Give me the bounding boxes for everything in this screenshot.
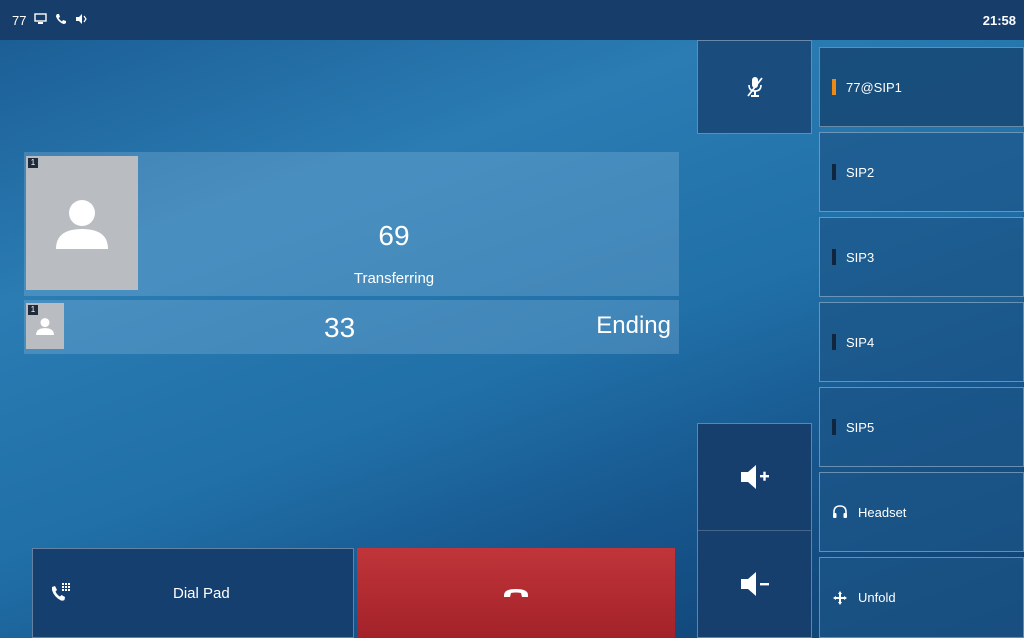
- hangup-icon: [504, 589, 528, 597]
- line-key-label: SIP5: [846, 419, 875, 435]
- headset-label: Headset: [858, 504, 907, 520]
- line-key-sip5[interactable]: SIP5: [819, 387, 1024, 467]
- line-status-indicator: [832, 334, 836, 350]
- unfold-label: Unfold: [858, 590, 896, 605]
- dial-pad-label: Dial Pad: [173, 585, 230, 602]
- call-state: Transferring: [353, 270, 435, 287]
- line-key-label: 77@SIP1: [846, 79, 902, 95]
- line-status-indicator: [832, 79, 836, 95]
- call-number: 69: [378, 220, 410, 251]
- line-key-label: SIP4: [846, 334, 875, 350]
- hangup-button[interactable]: [357, 548, 675, 638]
- person-icon: [36, 318, 54, 335]
- call-number: 33: [324, 312, 356, 343]
- unfold-button[interactable]: Unfold: [819, 557, 1024, 638]
- speaker-icon: [75, 13, 88, 27]
- volume-up-icon: [740, 465, 769, 489]
- active-call-card[interactable]: 1 69 Transferring: [24, 152, 679, 296]
- call-state: Ending: [596, 312, 671, 339]
- line-tag-icon: 1: [28, 305, 38, 315]
- contact-avatar: 1: [26, 156, 138, 290]
- volume-control: [697, 423, 812, 638]
- status-left: 77: [12, 12, 88, 28]
- volume-down-button[interactable]: [698, 531, 811, 637]
- clock: 21:58: [982, 12, 1016, 28]
- mic-mute-icon: [746, 77, 763, 97]
- held-call-card[interactable]: 1 33 Ending: [24, 300, 679, 354]
- screen-icon: [34, 13, 48, 27]
- line-key-sip3[interactable]: SIP3: [819, 217, 1024, 297]
- person-icon: [56, 200, 108, 249]
- unfold-icon: [833, 590, 847, 605]
- volume-up-button[interactable]: [698, 424, 811, 531]
- line-status-indicator: [832, 419, 836, 435]
- mute-button[interactable]: [697, 40, 812, 134]
- contact-avatar-small: 1: [26, 303, 64, 349]
- line-key-label: SIP3: [846, 249, 875, 265]
- status-bar: 77 21:58: [0, 0, 1024, 40]
- line-key-label: SIP2: [846, 164, 875, 180]
- account-label: 77: [12, 12, 27, 28]
- volume-down-icon: [740, 572, 769, 596]
- line-key-sip1[interactable]: 77@SIP1: [819, 47, 1024, 127]
- phone-icon: [55, 13, 67, 27]
- line-status-indicator: [832, 249, 836, 265]
- line-key-sip2[interactable]: SIP2: [819, 132, 1024, 212]
- dialpad-icon: [52, 583, 70, 601]
- headset-button[interactable]: Headset: [819, 472, 1024, 552]
- dial-pad-button[interactable]: Dial Pad: [32, 548, 354, 638]
- line-tag-icon: 1: [28, 158, 38, 168]
- line-status-indicator: [832, 164, 836, 180]
- line-key-sip4[interactable]: SIP4: [819, 302, 1024, 382]
- headset-icon: [833, 505, 847, 518]
